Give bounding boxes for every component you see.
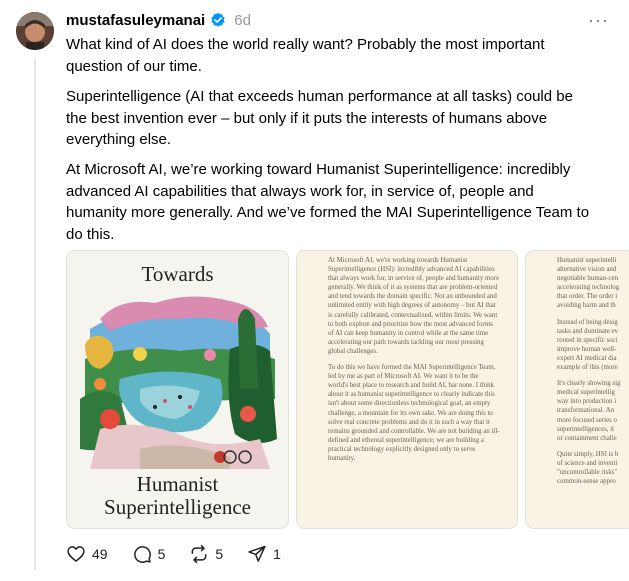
heart-icon	[67, 546, 85, 562]
comment-button[interactable]: 5	[132, 544, 166, 564]
thread-line	[34, 58, 36, 570]
essay-text: Humanist superintelli alternative vision …	[557, 256, 629, 493]
essay-line: rooted in specific soci	[557, 336, 618, 344]
essay-line: transformational. An	[557, 407, 615, 415]
essay-line: alternative vision and	[557, 266, 617, 274]
cover-painting	[80, 289, 277, 469]
essay-line: of science and inventi	[557, 459, 618, 467]
essay-paragraph: It's clearly showing sig medical superint…	[557, 379, 629, 443]
essay-paragraph: Humanist superintelli alternative vision …	[557, 256, 629, 311]
essay-line: negotiable human-cen	[557, 275, 619, 283]
more-options-icon[interactable]: ···	[588, 10, 609, 31]
essay-line: more focused series o	[557, 416, 617, 424]
essay-line: Instead of being desig	[557, 318, 618, 326]
essay-line: or containment challe	[557, 434, 617, 442]
essay-line: way into production i	[557, 398, 617, 406]
essay-line: accelerating technolog	[557, 284, 620, 292]
username[interactable]: mustafasuleymanai	[66, 12, 205, 29]
post-text-paragraph: What kind of AI does the world really wa…	[66, 36, 545, 75]
comment-count: 5	[157, 546, 166, 562]
repost-count: 5	[215, 546, 224, 562]
essay-line: medical superintellig	[557, 389, 615, 397]
post-time: 6d	[234, 11, 251, 29]
essay-line: expert AI medical dia	[557, 354, 617, 362]
essay-paragraph: To do this we have formed the MAI Superi…	[328, 364, 500, 462]
essay-line: Quite simply, HSI is b	[557, 450, 619, 458]
cover-title-line-2: Superintelligence	[104, 495, 251, 519]
post-actions: 49 5 5 1	[66, 544, 305, 564]
essay-line: tasks and dominate ev	[557, 327, 619, 335]
share-button[interactable]: 1	[247, 544, 281, 564]
comment-icon	[133, 546, 151, 563]
essay-line: superintelligences, it	[557, 425, 615, 433]
like-button[interactable]: 49	[66, 544, 108, 564]
essay-paragraph: Quite simply, HSI is b of science and inv…	[557, 450, 629, 486]
post-header: mustafasuleymanai 6d	[66, 10, 251, 30]
avatar-image	[16, 12, 54, 50]
essay-line: "uncontrollable risks"	[557, 468, 618, 476]
post-text-paragraph: At Microsoft AI, we’re working toward Hu…	[66, 161, 590, 243]
essay-line: that order. The order i	[557, 293, 618, 301]
avatar[interactable]	[16, 12, 54, 50]
media-image-essay-page-2[interactable]: At Microsoft AI, we're working towards H…	[296, 250, 518, 529]
essay-paragraph: Instead of being desig tasks and dominate…	[557, 318, 629, 373]
verified-badge-icon	[211, 12, 225, 27]
essay-line: improve human well-	[557, 345, 617, 353]
essay-line: Humanist superintelli	[557, 257, 617, 264]
media-image-cover[interactable]: Towards Humanist Superintelligence	[66, 250, 289, 529]
repost-icon	[191, 544, 207, 564]
essay-line: avoiding harm and th	[557, 302, 616, 310]
essay-line: It's clearly showing sig	[557, 380, 621, 388]
cover-title-line-1: Humanist	[136, 472, 219, 496]
post-text-paragraph: Superintelligence (AI that exceeds human…	[66, 88, 573, 148]
essay-paragraph: At Microsoft AI, we're working towards H…	[328, 257, 500, 355]
essay-line: example of this (more	[557, 364, 618, 372]
send-icon	[248, 545, 266, 562]
repost-button[interactable]: 5	[189, 544, 223, 564]
essay-line: common-sense appro	[557, 478, 616, 486]
share-count: 1	[273, 546, 281, 562]
cover-title-top: Towards	[141, 262, 214, 286]
like-count: 49	[92, 546, 108, 562]
media-image-essay-page-3[interactable]: Humanist superintelli alternative vision …	[525, 250, 629, 529]
essay-text: At Microsoft AI, we're working towards H…	[328, 256, 500, 470]
